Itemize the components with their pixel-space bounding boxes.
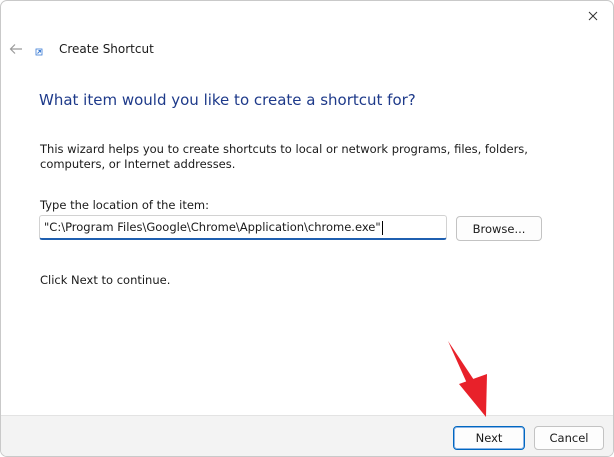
next-button[interactable]: Next <box>453 426 525 450</box>
location-input-value: "C:\Program Files\Google\Chrome\Applicat… <box>44 220 381 234</box>
wizard-description: This wizard helps you to create shortcut… <box>40 142 528 171</box>
wizard-header: Create Shortcut <box>1 35 613 63</box>
page-heading: What item would you like to create a sho… <box>39 91 416 109</box>
text-caret <box>381 220 383 235</box>
cancel-button[interactable]: Cancel <box>534 426 604 450</box>
continue-instruction: Click Next to continue. <box>40 273 171 287</box>
wizard-footer: Next Cancel <box>1 415 613 456</box>
window-title: Create Shortcut <box>59 42 154 56</box>
shortcut-icon <box>35 44 47 56</box>
create-shortcut-window: Create Shortcut What item would you like… <box>0 0 614 457</box>
back-button[interactable] <box>7 41 25 57</box>
back-arrow-icon <box>9 44 22 54</box>
location-input[interactable]: "C:\Program Files\Google\Chrome\Applicat… <box>39 215 447 240</box>
close-button[interactable] <box>579 5 607 27</box>
browse-button[interactable]: Browse... <box>456 216 542 241</box>
location-label: Type the location of the item: <box>40 198 210 212</box>
close-icon <box>588 11 598 21</box>
